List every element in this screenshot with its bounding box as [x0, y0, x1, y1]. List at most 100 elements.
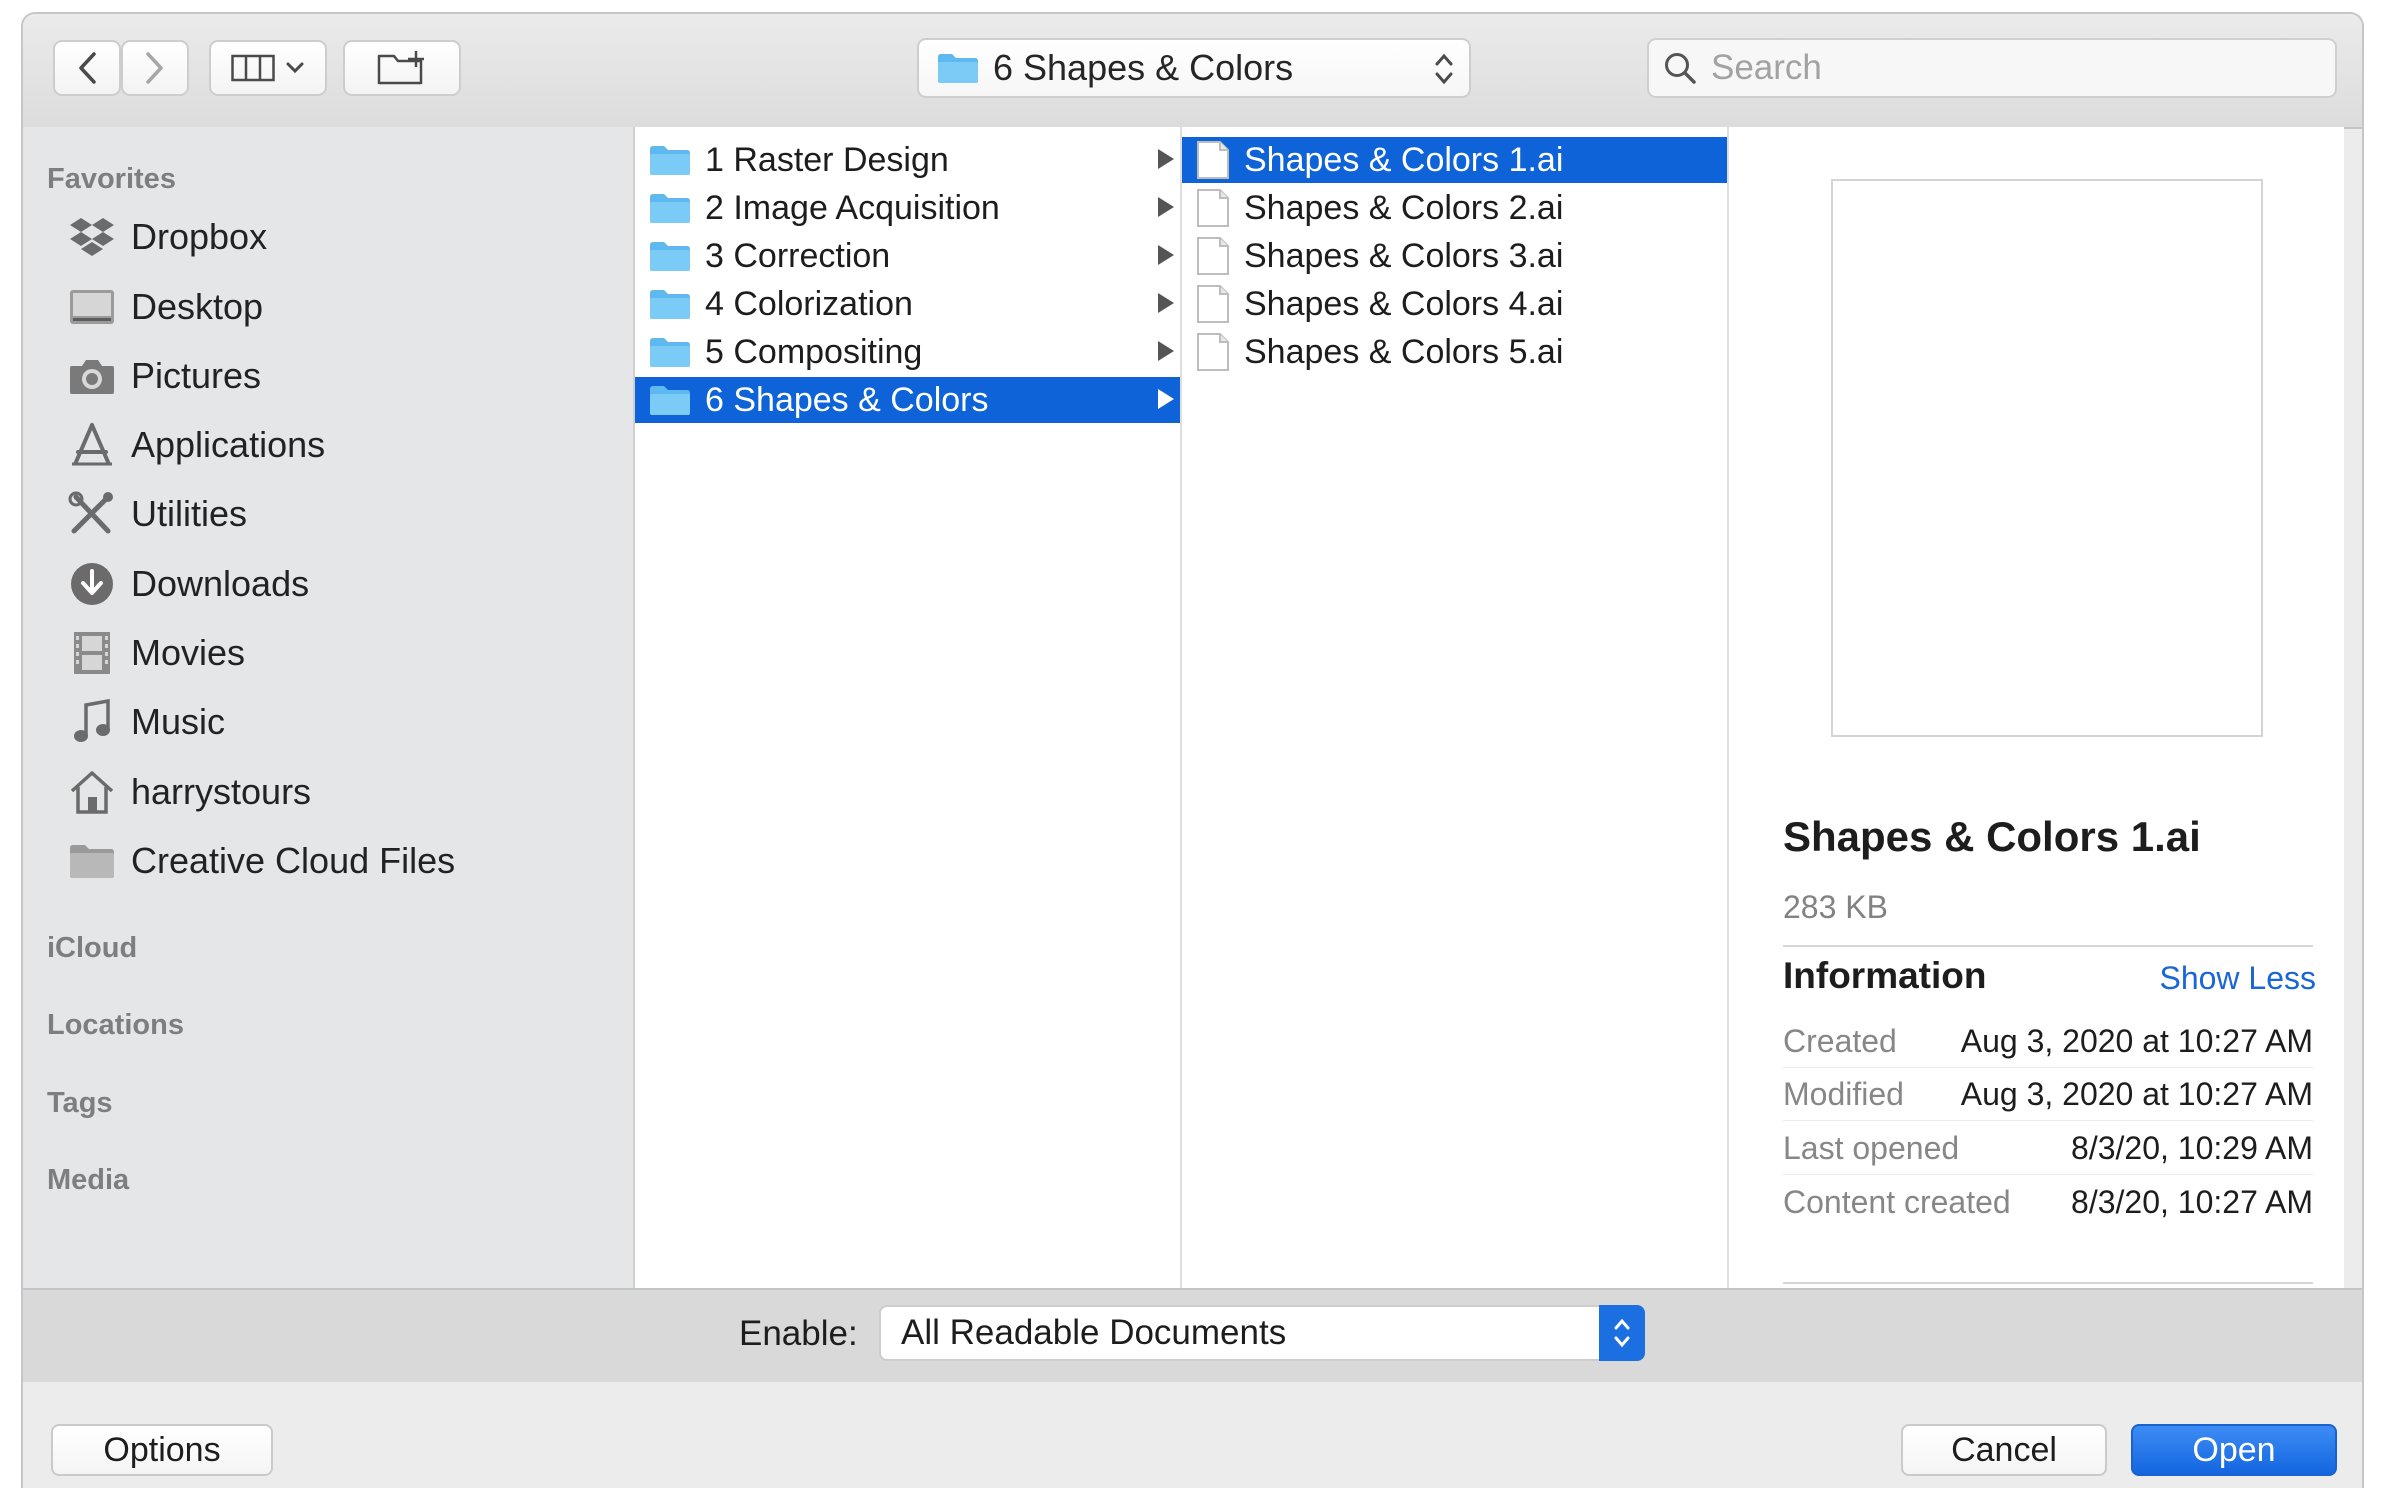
cancel-button[interactable]: Cancel [1901, 1424, 2107, 1476]
document-icon [1196, 188, 1230, 228]
sidebar-item-utilities[interactable]: Utilities [67, 486, 607, 542]
enable-bar: Enable: All Readable Documents [23, 1288, 2362, 1384]
sidebar-item-applications[interactable]: Applications [67, 417, 607, 473]
info-key: Content created [1783, 1183, 2011, 1220]
divider [1783, 1282, 2313, 1284]
folder-icon [67, 836, 117, 886]
preview-file-name: Shapes & Colors 1.ai [1783, 813, 2201, 860]
file-row[interactable]: Shapes & Colors 4.ai [1182, 281, 1727, 327]
sidebar-item-label: Creative Cloud Files [131, 840, 456, 881]
folder-icon [938, 54, 978, 83]
info-value: Aug 3, 2020 at 10:27 AM [1960, 1075, 2313, 1112]
up-down-chevron-icon [1435, 53, 1453, 85]
folder-name: 2 Image Acquisition [705, 188, 1000, 227]
sidebar-item-label: harrystours [131, 771, 312, 812]
locations-header[interactable]: Locations [47, 1009, 184, 1042]
document-icon [1196, 140, 1230, 180]
folder-name: 1 Raster Design [705, 140, 949, 179]
sidebar-item-desktop[interactable]: Desktop [67, 279, 607, 335]
enable-select[interactable]: All Readable Documents [879, 1305, 1645, 1361]
folder-name: 3 Correction [705, 236, 891, 275]
sidebar-item-label: Desktop [131, 286, 264, 327]
info-value: 8/3/20, 10:29 AM [2071, 1129, 2313, 1166]
sidebar-item-label: Music [131, 701, 226, 742]
preview-file-size: 283 KB [1783, 889, 1888, 925]
preview-pane: Shapes & Colors 1.ai 283 KB Information … [1729, 127, 2344, 1288]
sidebar-item-movies[interactable]: Movies [67, 625, 607, 681]
document-icon [1196, 332, 1230, 372]
info-key: Modified [1783, 1075, 1904, 1112]
folder-row[interactable]: 3 Correction [635, 233, 1180, 279]
toolbar: 6 Shapes & Colors [23, 14, 2362, 129]
file-name: Shapes & Colors 2.ai [1244, 188, 1564, 227]
info-row-modified: Modified Aug 3, 2020 at 10:27 AM [1783, 1068, 2313, 1121]
sidebar-item-dropbox[interactable]: Dropbox [67, 209, 607, 265]
file-row[interactable]: Shapes & Colors 2.ai [1182, 185, 1727, 231]
dialog-footer: Options Cancel Open [23, 1382, 2362, 1488]
camera-icon [67, 351, 117, 401]
folder-icon [649, 336, 691, 368]
home-icon [67, 767, 117, 817]
forward-button[interactable] [121, 40, 189, 96]
document-icon [1196, 284, 1230, 324]
sidebar-item-creative-cloud-files[interactable]: Creative Cloud Files [67, 833, 607, 889]
file-name: Shapes & Colors 1.ai [1244, 140, 1564, 179]
folder-icon [649, 384, 691, 416]
tags-header[interactable]: Tags [47, 1087, 113, 1120]
search-field[interactable] [1647, 38, 2337, 98]
film-icon [67, 628, 117, 678]
applications-icon [67, 420, 117, 470]
path-popup[interactable]: 6 Shapes & Colors [917, 38, 1471, 98]
sidebar-item-label: Movies [131, 632, 246, 673]
file-column: Shapes & Colors 1.ai Shapes & Colors 2.ai… [1182, 127, 1729, 1288]
folder-row[interactable]: 4 Colorization [635, 281, 1180, 327]
path-label: 6 Shapes & Colors [993, 47, 1294, 88]
dropbox-icon [67, 212, 117, 262]
file-name: Shapes & Colors 5.ai [1244, 332, 1564, 371]
sidebar-item-pictures[interactable]: Pictures [67, 348, 607, 404]
chevron-down-icon [286, 62, 304, 74]
folder-row[interactable]: 6 Shapes & Colors [635, 377, 1180, 423]
folder-column: 1 Raster Design 2 Image Acquisition 3 Corr… [635, 127, 1182, 1288]
info-row-created: Created Aug 3, 2020 at 10:27 AM [1783, 1015, 2313, 1068]
chevron-left-icon [79, 52, 96, 84]
file-thumbnail [1831, 179, 2263, 737]
folder-name: 6 Shapes & Colors [705, 380, 989, 419]
icloud-header[interactable]: iCloud [47, 932, 137, 965]
media-header[interactable]: Media [47, 1164, 129, 1197]
show-less-link[interactable]: Show Less [2159, 960, 2316, 997]
folder-name: 5 Compositing [705, 332, 923, 371]
sidebar-item-label: Downloads [131, 563, 310, 604]
enable-select-value: All Readable Documents [901, 1313, 1287, 1352]
file-row[interactable]: Shapes & Colors 5.ai [1182, 329, 1727, 375]
new-folder-button[interactable] [343, 40, 461, 96]
folder-row[interactable]: 1 Raster Design [635, 137, 1180, 183]
options-button[interactable]: Options [51, 1424, 273, 1476]
folder-row[interactable]: 5 Compositing [635, 329, 1180, 375]
back-button[interactable] [53, 40, 121, 96]
desktop-icon [67, 282, 117, 332]
file-name: Shapes & Colors 3.ai [1244, 236, 1564, 275]
folder-name: 4 Colorization [705, 284, 913, 323]
file-row[interactable]: Shapes & Colors 3.ai [1182, 233, 1727, 279]
disclosure-arrow-icon [1158, 341, 1174, 361]
sidebar-item-downloads[interactable]: Downloads [67, 556, 607, 612]
sidebar: Favorites Dropbox Desktop Pictures Appli… [23, 127, 635, 1288]
disclosure-arrow-icon [1158, 149, 1174, 169]
sidebar-item-label: Applications [131, 424, 326, 465]
search-input[interactable] [1709, 47, 2313, 89]
info-row-content-created: Content created 8/3/20, 10:27 AM [1783, 1176, 2313, 1228]
view-mode-button[interactable] [209, 40, 327, 96]
divider [1783, 945, 2313, 947]
folder-row[interactable]: 2 Image Acquisition [635, 185, 1180, 231]
sidebar-item-music[interactable]: Music [67, 694, 607, 750]
sidebar-item-home[interactable]: harrystours [67, 764, 607, 820]
information-heading: Information [1783, 955, 1987, 996]
info-key: Last opened [1783, 1129, 1960, 1166]
tools-icon [67, 489, 117, 539]
folder-icon [649, 240, 691, 272]
open-button[interactable]: Open [2131, 1424, 2337, 1476]
file-row[interactable]: Shapes & Colors 1.ai [1182, 137, 1727, 183]
document-icon [1196, 236, 1230, 276]
enable-label: Enable: [739, 1314, 858, 1353]
